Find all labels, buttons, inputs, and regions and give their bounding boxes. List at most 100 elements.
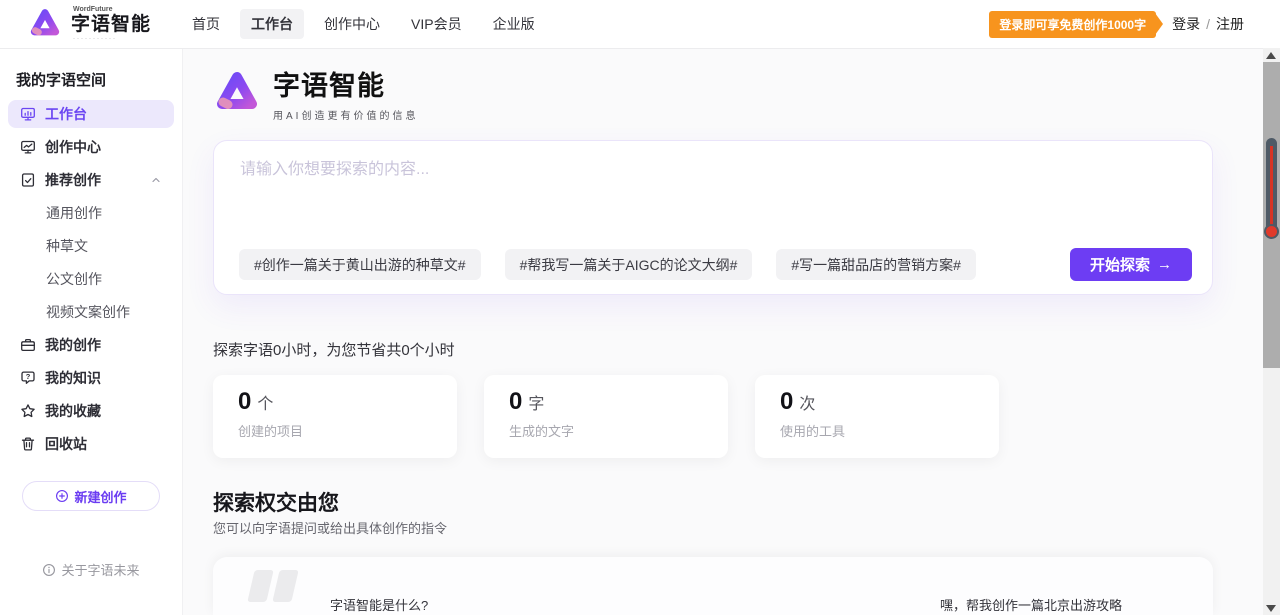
creation-center-icon (20, 139, 36, 155)
sidebar-item-label: 创作中心 (45, 137, 101, 157)
brand-triangle-icon (28, 7, 62, 41)
stat-top: 0 次 (780, 390, 999, 414)
stat-top: 0 字 (509, 390, 728, 414)
app-screen: WordFuture 字语智能 ··········· 首页 工作台 创作中心 … (0, 0, 1280, 615)
scrollbar (1263, 48, 1280, 615)
stat-label: 生成的文字 (509, 421, 728, 440)
hero-triangle-icon (213, 69, 261, 117)
top-right-area: 登录即可享免费创作1000字 登录 / 注册 (989, 11, 1244, 38)
sidebar-item-recommended[interactable]: 推荐创作 (8, 166, 174, 194)
stat-unit: 字 (528, 390, 544, 414)
stat-card-tools: 0 次 使用的工具 (755, 375, 999, 458)
stat-card-words: 0 字 生成的文字 (484, 375, 728, 458)
sidebar-item-label: 工作台 (45, 104, 87, 124)
sidebar-item-my-works[interactable]: 我的创作 (8, 331, 174, 359)
qa-question: 字语智能是什么? (330, 595, 428, 614)
star-icon (20, 403, 36, 419)
stat-value: 0 (238, 390, 251, 414)
qa-answer: 嘿，帮我创作一篇北京出游攻略 (940, 595, 1122, 614)
plus-circle-icon (55, 489, 69, 503)
nav-home[interactable]: 首页 (181, 9, 231, 39)
register-link[interactable]: 注册 (1216, 14, 1244, 34)
question-bubble-icon: ? (20, 370, 36, 386)
thermometer-bulb-icon (1264, 224, 1279, 239)
scrollbar-up-arrow-icon[interactable] (1266, 52, 1276, 59)
sidebar-item-label: 推荐创作 (45, 170, 101, 190)
sidebar-item-label: 通用创作 (46, 203, 102, 223)
svg-text:?: ? (26, 372, 31, 381)
stat-label: 使用的工具 (780, 421, 999, 440)
arrow-right-icon: → (1157, 256, 1172, 273)
sidebar-item-official-doc[interactable]: 公文创作 (8, 265, 174, 293)
info-circle-icon (42, 563, 56, 577)
sidebar-item-label: 回收站 (45, 434, 87, 454)
auth-divider: / (1206, 16, 1210, 32)
sidebar-item-general-creation[interactable]: 通用创作 (8, 199, 174, 227)
new-creation-button[interactable]: 新建创作 (22, 481, 160, 511)
sidebar: 我的字语空间 工作台 创作中心 推荐创作 (0, 48, 183, 615)
sidebar-item-creation-center[interactable]: 创作中心 (8, 133, 174, 161)
hero: 字语智能 用AI创造更有价值的信息 (213, 64, 418, 122)
stat-value: 0 (780, 390, 793, 414)
scrollbar-down-arrow-icon[interactable] (1266, 605, 1276, 612)
sidebar-item-my-favorites[interactable]: 我的收藏 (8, 397, 174, 425)
top-navigation: 首页 工作台 创作中心 VIP会员 企业版 (181, 9, 546, 39)
search-input[interactable] (238, 153, 1188, 242)
stat-card-projects: 0 个 创建的项目 (213, 375, 457, 458)
workbench-icon (20, 106, 36, 122)
sidebar-item-video-copywriting[interactable]: 视频文案创作 (8, 298, 174, 326)
sidebar-item-label: 视频文案创作 (46, 302, 130, 322)
auth-links: 登录 / 注册 (1172, 14, 1244, 34)
stat-value: 0 (509, 390, 522, 414)
brand-subtext: ··········· (73, 36, 151, 42)
sidebar-item-label: 我的收藏 (45, 401, 101, 421)
login-link[interactable]: 登录 (1172, 14, 1200, 34)
suggestion-chips-row: #创作一篇关于黄山出游的种草文# #帮我写一篇关于AIGC的论文大纲# #写一篇… (239, 248, 1192, 281)
recommended-creation-icon (20, 172, 36, 188)
start-explore-button[interactable]: 开始探索 → (1070, 248, 1192, 281)
hero-tagline: 用AI创造更有价值的信息 (273, 107, 418, 122)
nav-workbench[interactable]: 工作台 (240, 9, 304, 39)
login-promo-badge[interactable]: 登录即可享免费创作1000字 (989, 11, 1156, 38)
brand-superscript: WordFuture (73, 6, 151, 13)
thermometer-line (1270, 146, 1273, 236)
nav-creation-center[interactable]: 创作中心 (313, 9, 391, 39)
brand-name: 字语智能 (71, 15, 151, 34)
new-creation-label: 新建创作 (74, 487, 126, 506)
nav-vip[interactable]: VIP会员 (400, 9, 473, 39)
header-logo[interactable]: WordFuture 字语智能 ··········· (28, 6, 151, 42)
suggestion-chip-aigc[interactable]: #帮我写一篇关于AIGC的论文大纲# (505, 249, 753, 280)
chevron-up-icon[interactable] (150, 174, 162, 186)
hero-title: 字语智能 (273, 64, 418, 103)
about-label: 关于字语未来 (61, 560, 139, 579)
stat-unit: 个 (257, 390, 273, 414)
top-bar: WordFuture 字语智能 ··········· 首页 工作台 创作中心 … (0, 0, 1280, 49)
stat-top: 0 个 (238, 390, 457, 414)
start-explore-label: 开始探索 (1090, 254, 1150, 275)
suggestion-chip-huangshan[interactable]: #创作一篇关于黄山出游的种草文# (239, 249, 481, 280)
nav-enterprise[interactable]: 企业版 (482, 9, 546, 39)
section-subtitle: 您可以向字语提问或给出具体创作的指令 (213, 518, 447, 537)
about-link[interactable]: 关于字语未来 (0, 560, 182, 579)
sidebar-item-my-knowledge[interactable]: ? 我的知识 (8, 364, 174, 392)
sidebar-item-label: 我的知识 (45, 368, 101, 388)
sidebar-item-seeding-article[interactable]: 种草文 (8, 232, 174, 260)
sidebar-heading: 我的字语空间 (16, 69, 182, 90)
stat-label: 创建的项目 (238, 421, 457, 440)
quote-icon (251, 570, 295, 602)
sidebar-item-label: 公文创作 (46, 269, 102, 289)
stats-summary-line: 探索字语0小时，为您节省共0个小时 (213, 339, 455, 360)
sidebar-item-recycle-bin[interactable]: 回收站 (8, 430, 174, 458)
section-title: 探索权交由您 (213, 487, 339, 517)
qa-example-card: 字语智能是什么? 嘿，帮我创作一篇北京出游攻略 (213, 557, 1213, 615)
hero-text: 字语智能 用AI创造更有价值的信息 (273, 64, 418, 122)
trash-icon (20, 436, 36, 452)
suggestion-chip-dessert[interactable]: #写一篇甜品店的营销方案# (776, 249, 976, 280)
search-card: #创作一篇关于黄山出游的种草文# #帮我写一篇关于AIGC的论文大纲# #写一篇… (213, 140, 1213, 295)
sidebar-item-label: 种草文 (46, 236, 88, 256)
sidebar-item-label: 我的创作 (45, 335, 101, 355)
stat-unit: 次 (799, 390, 815, 414)
sidebar-item-workbench[interactable]: 工作台 (8, 100, 174, 128)
briefcase-icon (20, 337, 36, 353)
brand-text: WordFuture 字语智能 ··········· (71, 6, 151, 42)
